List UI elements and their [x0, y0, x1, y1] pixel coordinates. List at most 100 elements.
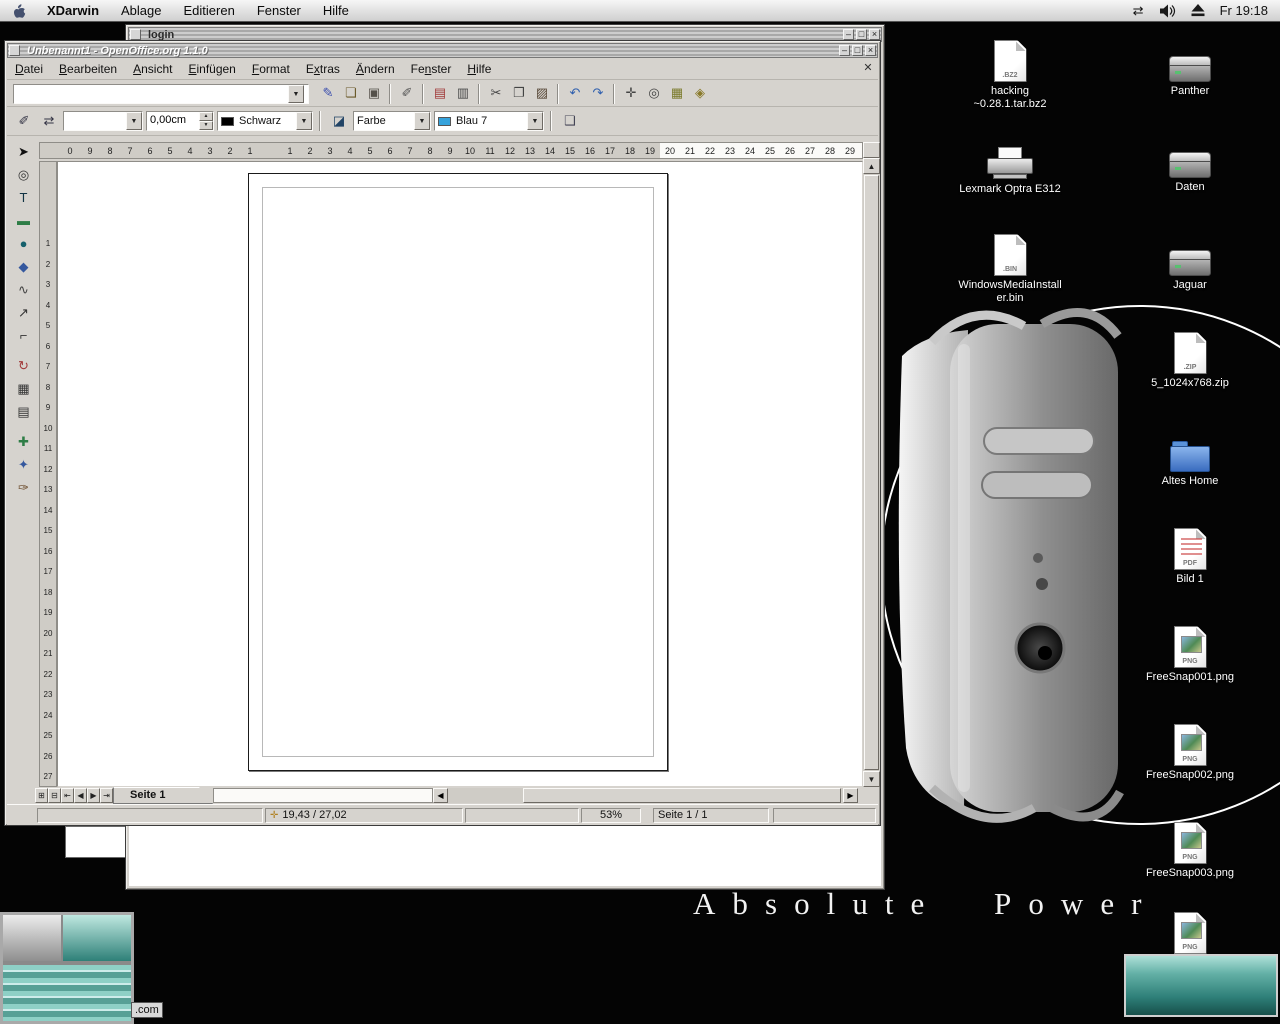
display-switch-icon[interactable]: ⇄	[1133, 3, 1144, 19]
horizontal-scrollbar[interactable]	[448, 788, 843, 803]
page-nav-button-3[interactable]: ◀	[74, 788, 87, 803]
scrollbar-extra-button[interactable]	[863, 142, 880, 158]
status-zoom-cell[interactable]: 53%	[581, 808, 641, 823]
desktop-icon-daten[interactable]: Daten	[1135, 134, 1245, 194]
window-menu-icon[interactable]	[130, 29, 141, 40]
zoom-tool[interactable]: ◎	[12, 165, 35, 186]
desktop-icon-unnamed[interactable]: PNG	[1135, 910, 1245, 954]
page-nav-button-4[interactable]: ▶	[87, 788, 100, 803]
minimize-button[interactable]: –	[839, 45, 850, 56]
ellipse-tool[interactable]: ●	[12, 234, 35, 255]
text-tool[interactable]: T	[12, 188, 35, 209]
fill-style-select[interactable]: Farbe ▼	[353, 111, 431, 131]
hyperlink-button[interactable]: ◈	[689, 83, 711, 104]
url-input[interactable]	[14, 85, 288, 103]
desktop-icon-jaguar[interactable]: Jaguar	[1135, 232, 1245, 292]
gallery-button[interactable]: ▦	[666, 83, 688, 104]
oo-menu-ändern[interactable]: Ändern	[348, 59, 403, 79]
edit-points-button[interactable]: ✐	[13, 111, 35, 132]
spin-up-icon[interactable]: ▲	[199, 112, 213, 121]
desktop-icon-panther[interactable]: Panther	[1135, 38, 1245, 98]
cut-button[interactable]: ✂	[485, 83, 507, 104]
chevron-down-icon[interactable]: ▼	[288, 85, 304, 103]
page-nav-button-0[interactable]: ⊞	[35, 788, 48, 803]
close-document-button[interactable]: ✕	[861, 61, 875, 74]
minimize-button[interactable]: –	[843, 29, 854, 40]
chevron-down-icon[interactable]: ▼	[126, 112, 142, 130]
chevron-down-icon[interactable]: ▼	[527, 112, 543, 130]
effects-tool[interactable]: ✦	[12, 455, 35, 476]
arrow-style-button[interactable]: ⇄	[38, 111, 60, 132]
oo-menu-ansicht[interactable]: Ansicht	[125, 59, 180, 79]
chevron-down-icon[interactable]: ▼	[296, 112, 312, 130]
oo-menu-fenster[interactable]: Fenster	[403, 59, 460, 79]
close-button[interactable]: ×	[869, 29, 880, 40]
shadow-button[interactable]: ❑	[559, 111, 581, 132]
redo-button[interactable]: ↷	[587, 83, 609, 104]
status-position-cell[interactable]: ✛ 19,43 / 27,02	[265, 808, 463, 823]
menubar-item-editieren[interactable]: Editieren	[173, 0, 246, 22]
desktop-icon-freesnap002-png[interactable]: PNGFreeSnap002.png	[1135, 722, 1245, 782]
save-document-button[interactable]: ▣	[363, 83, 385, 104]
curve-tool[interactable]: ∿	[12, 280, 35, 301]
rectangle-tool[interactable]: ▬	[12, 211, 35, 232]
page-nav-button-5[interactable]: ⇥	[100, 788, 113, 803]
desktop-icon-5-1024x768-zip[interactable]: .ZIP5_1024x768.zip	[1135, 330, 1245, 390]
new-document-button[interactable]: ✎	[317, 83, 339, 104]
undo-button[interactable]: ↶	[564, 83, 586, 104]
oo-menu-datei[interactable]: Datei	[7, 59, 51, 79]
desktop-icon-windowsmediainstall-er-bin[interactable]: .BINWindowsMediaInstaller.bin	[955, 232, 1065, 305]
line-style-select[interactable]: ▼	[63, 111, 143, 131]
page-tab[interactable]: Seite 1	[113, 787, 213, 804]
desktop-icon-altes-home[interactable]: Altes Home	[1135, 428, 1245, 488]
oo-menu-extras[interactable]: Extras	[298, 59, 348, 79]
scrollbar-thumb[interactable]	[523, 788, 841, 803]
volume-icon[interactable]	[1159, 4, 1176, 18]
close-button[interactable]: ×	[865, 45, 876, 56]
insert-tool[interactable]: ✚	[12, 432, 35, 453]
line-width-spinner[interactable]: 0,00cm ▲▼	[146, 111, 214, 131]
vertical-scrollbar[interactable]: ▲ ▼	[863, 142, 880, 787]
interaction-tool[interactable]: ✑	[12, 478, 35, 499]
oo-menu-hilfe[interactable]: Hilfe	[459, 59, 499, 79]
oo-menu-format[interactable]: Format	[244, 59, 298, 79]
oo-menu-einfügen[interactable]: Einfügen	[180, 59, 243, 79]
menubar-item-ablage[interactable]: Ablage	[110, 0, 172, 22]
line-arrow-tool[interactable]: ↗	[12, 303, 35, 324]
scroll-down-icon[interactable]: ▼	[863, 771, 880, 787]
page-nav-button-1[interactable]: ⊟	[48, 788, 61, 803]
scroll-up-icon[interactable]: ▲	[863, 158, 880, 174]
zoom-button[interactable]: ◎	[643, 83, 665, 104]
teal-window-fragment-right[interactable]	[1124, 954, 1278, 1017]
scroll-left-icon[interactable]: ◀	[433, 788, 448, 803]
eject-icon[interactable]	[1191, 4, 1205, 17]
menubar-item-fenster[interactable]: Fenster	[246, 0, 312, 22]
status-page-cell[interactable]: Seite 1 / 1	[653, 808, 769, 823]
teal-window-fragment-left[interactable]	[0, 912, 134, 1024]
scroll-right-icon[interactable]: ▶	[843, 788, 858, 803]
select-tool[interactable]: ➤	[12, 142, 35, 163]
arrange-tool[interactable]: ▤	[12, 402, 35, 423]
vertical-ruler[interactable]: 1234567891011121314151617181920212223242…	[39, 161, 57, 787]
apple-menu[interactable]	[0, 3, 36, 19]
com-label[interactable]: .com	[131, 1002, 163, 1018]
print-file-button[interactable]: ▥	[452, 83, 474, 104]
menubar-item-xdarwin[interactable]: XDarwin	[36, 0, 110, 22]
desktop-icon-hacking-0-28-1-tar-bz2[interactable]: .BZ2hacking~0.28.1.tar.bz2	[955, 38, 1065, 111]
open-document-button[interactable]: ❏	[340, 83, 362, 104]
object3d-tool[interactable]: ◆	[12, 257, 35, 278]
spin-down-icon[interactable]: ▼	[199, 121, 213, 130]
line-color-select[interactable]: Schwarz ▼	[217, 111, 313, 131]
horizontal-ruler[interactable]: 0987654321123456789101112131415161718192…	[39, 142, 863, 159]
oo-titlebar[interactable]: Unbenannt1 - OpenOffice.org 1.1.0 – □ ×	[7, 43, 878, 58]
menubar-item-hilfe[interactable]: Hilfe	[312, 0, 360, 22]
connector-tool[interactable]: ⌐	[12, 326, 35, 347]
desktop-icon-freesnap001-png[interactable]: PNGFreeSnap001.png	[1135, 624, 1245, 684]
scrollbar-thumb[interactable]	[864, 175, 879, 770]
menubar-clock[interactable]: Fr 19:18	[1220, 3, 1268, 18]
chevron-down-icon[interactable]: ▼	[414, 112, 430, 130]
maximize-button[interactable]: □	[856, 29, 867, 40]
fill-color-select[interactable]: Blau 7 ▼	[434, 111, 544, 131]
align-tool[interactable]: ▦	[12, 379, 35, 400]
url-combo[interactable]: ▼	[13, 84, 309, 104]
